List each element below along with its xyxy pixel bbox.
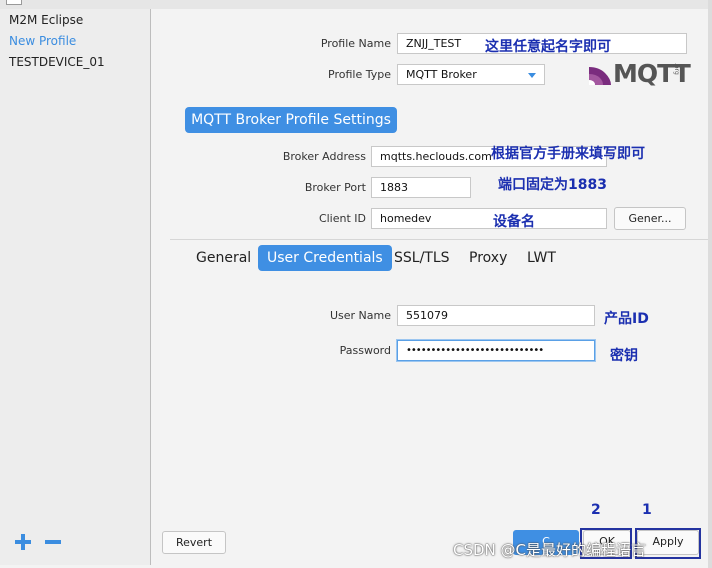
password-annotation: 密钥 <box>610 348 638 364</box>
sidebar-item-new-profile[interactable]: New Profile <box>9 34 76 48</box>
mqtt-logo: MQTT .org <box>589 59 691 88</box>
section-title-badge: MQTT Broker Profile Settings <box>185 107 397 133</box>
broker-address-label: Broker Address <box>282 150 366 163</box>
csdn-watermark: CSDN @C是最好的编程语言 <box>453 541 647 559</box>
profile-name-annotation: 这里任意起名字即可 <box>485 39 611 55</box>
chevron-down-icon <box>528 73 536 78</box>
profile-type-label: Profile Type <box>328 68 391 81</box>
mqtt-logo-org: .org <box>673 63 680 75</box>
window-tab-marker <box>6 0 22 5</box>
profile-type-value: MQTT Broker <box>406 68 477 81</box>
client-id-annotation: 设备名 <box>493 214 535 230</box>
generate-client-id-button[interactable]: Gener... <box>614 207 686 230</box>
add-profile-button[interactable] <box>14 533 32 551</box>
broker-port-annotation: 端口固定为1883 <box>498 177 607 193</box>
section-divider <box>170 239 708 240</box>
tab-ssl-tls[interactable]: SSL/TLS <box>394 250 450 266</box>
tab-user-credentials[interactable]: User Credentials <box>258 245 392 271</box>
sidebar-item-m2m-eclipse[interactable]: M2M Eclipse <box>9 13 83 27</box>
ok-step-number: 2 <box>591 502 601 518</box>
tab-general[interactable]: General <box>196 250 251 266</box>
profile-sidebar: M2M Eclipse New Profile TESTDEVICE_01 <box>0 9 151 565</box>
apply-step-number: 1 <box>642 502 652 518</box>
client-id-input[interactable]: homedev <box>371 208 607 229</box>
profile-name-label: Profile Name <box>320 37 391 50</box>
broker-port-input[interactable]: 1883 <box>371 177 471 198</box>
mqtt-signal-icon <box>589 67 611 85</box>
profile-settings-panel: Profile Name ZNJJ_TEST Profile Type MQTT… <box>151 9 712 568</box>
client-id-label: Client ID <box>318 212 366 225</box>
minus-icon <box>45 540 61 544</box>
sidebar-item-testdevice[interactable]: TESTDEVICE_01 <box>9 55 105 69</box>
remove-profile-button[interactable] <box>44 533 62 551</box>
tab-lwt[interactable]: LWT <box>527 250 556 266</box>
broker-port-label: Broker Port <box>304 181 366 194</box>
revert-button[interactable]: Revert <box>162 531 226 554</box>
profile-type-select[interactable]: MQTT Broker <box>397 64 545 85</box>
window-right-edge <box>708 0 712 568</box>
broker-address-annotation: 根据官方手册来填写即可 <box>491 146 645 162</box>
tab-proxy[interactable]: Proxy <box>469 250 507 266</box>
password-label: Password <box>339 344 391 357</box>
username-label: User Name <box>329 309 391 322</box>
username-annotation: 产品ID <box>604 311 649 327</box>
password-input[interactable]: •••••••••••••••••••••••••••• <box>397 340 595 361</box>
plus-icon-vertical <box>21 534 25 550</box>
username-input[interactable]: 551079 <box>397 305 595 326</box>
